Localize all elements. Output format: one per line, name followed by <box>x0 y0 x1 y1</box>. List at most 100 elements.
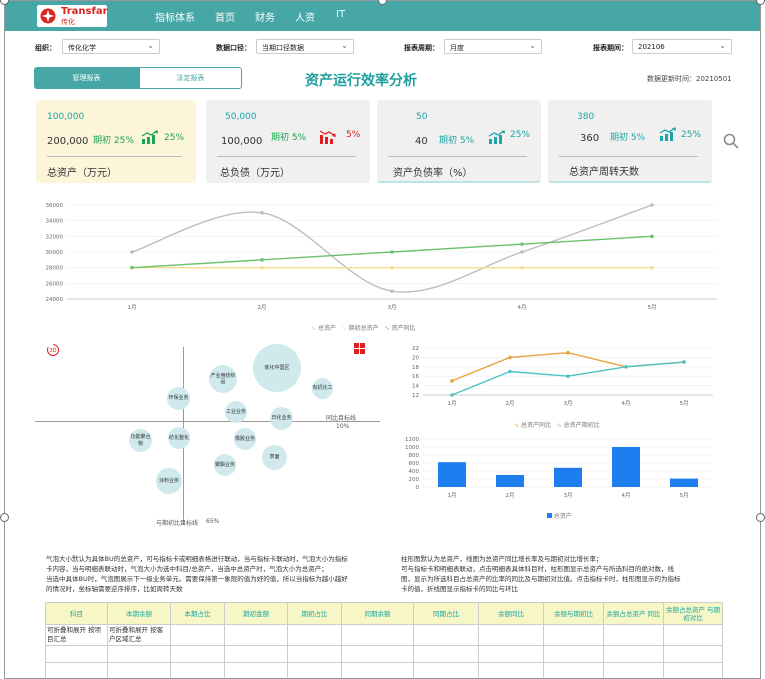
tab-statutory-report[interactable]: 法定报表 <box>139 67 242 89</box>
bubble-item[interactable]: 工业业务 <box>225 401 247 423</box>
data-update-time: 数据更新时间：20210501 <box>647 75 732 83</box>
total-assets-bar-chart: 1200 1000 800 600 400 200 0 1月 2月 3月 4月 5月 <box>405 437 713 499</box>
kpi-card-debt-ratio[interactable]: 50 40 期初 5% 25% 资产负债率（%） <box>377 100 541 183</box>
period-label: 报表期间： <box>593 44 628 52</box>
resize-handle-top-right[interactable] <box>756 0 765 5</box>
x-tick-label: 2月 <box>258 304 267 311</box>
table-cell <box>45 645 108 663</box>
kpi-divider <box>217 156 356 157</box>
bubble-item[interactable]: 橡胶业务 <box>234 428 256 450</box>
main-chart-legend: ∿ 总资产 ∿ 期初总资产 ∿ 资产同比 <box>311 323 415 332</box>
kpi-card-turnover-days[interactable]: 380 360 期初 5% 25% 总资产周转天数 <box>548 100 712 183</box>
bubble-item[interactable]: 产业用纺织品 <box>209 365 237 393</box>
table-row[interactable]: 可折叠和展开 按项目汇总 可折叠和展开 按客户区域汇总 <box>45 624 723 646</box>
growth-rate-chart: 22 20 18 16 14 12 1月 2月 3月 4月 5月 <box>412 346 713 407</box>
org-select[interactable]: 传化化学 ⌄ <box>62 39 160 54</box>
kpi-opening-ratio: 期初 5% <box>439 136 475 146</box>
scope-select[interactable]: 当期口径数据 ⌄ <box>256 39 354 54</box>
kpi-name: 总负债（万元） <box>220 168 290 179</box>
resize-handle-middle-left[interactable] <box>0 513 9 522</box>
desc-line: 卡的值，折线图显示指标卡的同比与环比 <box>401 585 518 593</box>
period-select[interactable]: 202106 ⌄ <box>632 39 732 54</box>
period-select-value: 202106 <box>638 43 665 51</box>
col-header[interactable]: 期初占比 <box>287 602 342 625</box>
y-tick-label: 34000 <box>46 219 64 225</box>
table-cell <box>224 662 288 678</box>
kpi-yoy-ratio: 25% <box>510 130 531 140</box>
nav-indicator-system[interactable]: 指标体系 <box>155 9 195 24</box>
col-header[interactable]: 余额同比 <box>478 602 544 625</box>
bubble-item[interactable]: 环保业务 <box>167 387 190 410</box>
data-point <box>520 250 524 254</box>
transfar-logo[interactable]: Transfar 传化 <box>37 5 108 27</box>
kpi-card-total-assets[interactable]: 100,000 200,000 期初 25% 25% 总资产（万元） <box>36 100 196 183</box>
col-header[interactable]: 本期余额 <box>107 602 171 625</box>
bubble-item[interactable]: 表面 <box>262 445 287 470</box>
col-header[interactable]: 同期占比 <box>413 602 479 625</box>
col-header[interactable]: 余额占总资产 与期初对比 <box>663 602 723 625</box>
trend-up-icon <box>141 130 158 144</box>
kpi-current-value: 380 <box>577 112 595 122</box>
col-header[interactable]: 本期占比 <box>170 602 225 625</box>
x-tick-label: 5月 <box>680 400 689 407</box>
table-cell <box>603 624 664 646</box>
bubble-item[interactable]: 有机化工 <box>312 378 333 399</box>
nav-finance[interactable]: 财务 <box>255 9 275 24</box>
x-tick-label: 2月 <box>506 400 515 407</box>
nav-home[interactable]: 首页 <box>215 9 235 24</box>
col-header[interactable]: 余额占总资产 同比 <box>603 602 664 625</box>
tab-management-report[interactable]: 管理报表 <box>34 67 139 89</box>
kpi-opening-ratio: 期初 25% <box>93 136 134 146</box>
scope-label: 数据口径： <box>216 44 251 52</box>
x-tick-label: 4月 <box>518 304 527 311</box>
legend-series-2[interactable]: ∿ 期初总资产 <box>342 325 379 332</box>
y-tick-label: 20 <box>412 355 419 361</box>
legend-series-3[interactable]: ∿ 资产同比 <box>384 325 415 332</box>
legend-series-2[interactable]: ∿ 总资产期初比 <box>557 422 600 429</box>
kpi-card-total-liabilities[interactable]: 50,000 100,000 期初 5% 5% 总负债（万元） <box>206 100 370 183</box>
kpi-opening-ratio: 期初 5% <box>610 133 646 143</box>
data-point <box>624 365 628 369</box>
bubble-item[interactable]: 炼化中国区 <box>253 344 301 392</box>
table-cell <box>663 662 723 678</box>
y-tick-label: 200 <box>409 477 420 483</box>
nav-it[interactable]: IT <box>336 9 345 20</box>
bubble-item[interactable]: 日化业务 <box>270 407 293 430</box>
cycle-select[interactable]: 月度 ⌄ <box>444 39 542 54</box>
y-tick-label: 400 <box>409 469 420 475</box>
resize-handle-middle-right[interactable] <box>756 513 765 522</box>
3d-toggle-icon[interactable]: 3D <box>46 343 60 357</box>
y-tick-label: 32000 <box>46 234 64 240</box>
bubble-item[interactable]: 功能聚合物 <box>129 429 152 452</box>
layout-grid-icon[interactable] <box>354 343 365 354</box>
bubble-item[interactable]: 纺化整化 <box>168 427 190 449</box>
legend-series-1[interactable]: ∿ 总资产 <box>311 325 336 332</box>
table-row[interactable] <box>45 662 723 678</box>
col-header[interactable]: 科目 <box>45 602 108 625</box>
y-tick-label: 22 <box>412 346 419 352</box>
nav-hr[interactable]: 人资 <box>295 9 315 24</box>
bar <box>496 475 524 487</box>
search-icon[interactable] <box>723 133 739 149</box>
table-cell[interactable]: 可折叠和展开 按项目汇总 <box>45 624 108 646</box>
bubble-item[interactable]: 涂料业务 <box>156 468 182 494</box>
col-header[interactable]: 期初金额 <box>224 602 288 625</box>
table-cell <box>170 662 225 678</box>
x-tick-label: 4月 <box>622 400 631 407</box>
col-header[interactable]: 余额与期初比 <box>543 602 604 625</box>
col-header[interactable]: 同期余额 <box>341 602 414 625</box>
logo-text-en: Transfar <box>61 6 108 17</box>
table-cell[interactable]: 可折叠和展开 按客户区域汇总 <box>107 624 171 646</box>
desc-line: 可与指标卡和明细表联动，点击明细表具体科目时，柱形图显示总资产与所选科目的绝对数… <box>401 565 674 573</box>
kpi-current-value: 50,000 <box>225 112 257 122</box>
kpi-divider <box>559 156 698 157</box>
legend-series-1[interactable]: 总资产 <box>547 513 572 520</box>
legend-series-1[interactable]: ∿ 总资产同比 <box>514 422 551 429</box>
data-point <box>650 265 654 270</box>
chevron-down-icon: ⌄ <box>529 41 536 50</box>
table-row[interactable] <box>45 645 723 663</box>
y-tick-label: 1200 <box>405 437 419 443</box>
bubble-item[interactable]: 聚酯业务 <box>214 454 236 476</box>
bubble-chart-description: 气泡大小默认为具体BU的总资产，可与指标卡或明细表格进行联动，当与指标卡联动时，… <box>46 554 401 594</box>
table-cell <box>663 624 723 646</box>
